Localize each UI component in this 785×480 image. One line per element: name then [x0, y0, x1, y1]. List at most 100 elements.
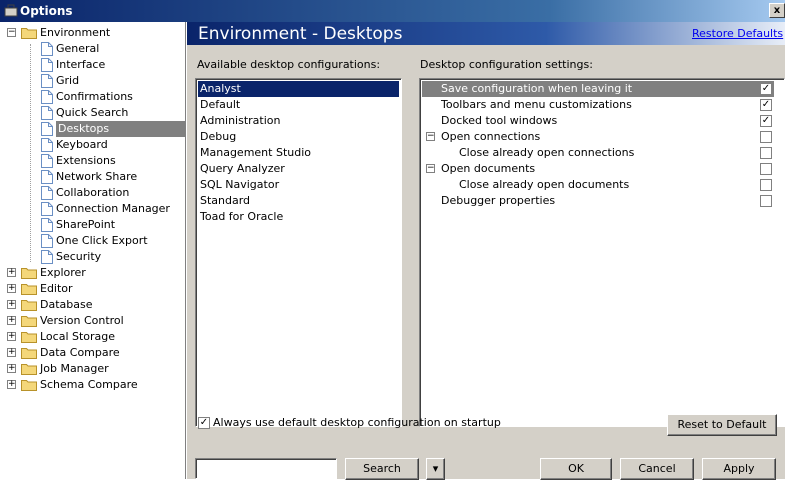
tree-node-label: Local Storage	[40, 330, 116, 343]
tree-node-interface[interactable]: Interface	[0, 57, 185, 73]
setting-checkbox[interactable]: ✓	[760, 115, 772, 127]
setting-row[interactable]: − Open documents	[422, 161, 774, 177]
tree-node-label: Keyboard	[56, 138, 108, 151]
tree-node-sharepoint[interactable]: SharePoint	[0, 217, 185, 233]
search-button[interactable]: Search	[345, 458, 419, 480]
setting-label: Debugger properties	[441, 194, 556, 207]
setting-row[interactable]: Docked tool windows	[422, 113, 774, 129]
setting-row[interactable]: − Open connections	[422, 129, 774, 145]
tree-node-security[interactable]: Security	[0, 249, 185, 265]
page-icon	[41, 154, 53, 168]
config-list-item[interactable]: Default	[198, 97, 399, 113]
cancel-button[interactable]: Cancel	[620, 458, 694, 480]
tree-node-version-control[interactable]: + Version Control	[0, 313, 185, 329]
tree-node-label: Version Control	[40, 314, 124, 327]
tree-node-editor[interactable]: + Editor	[0, 281, 185, 297]
setting-checkbox[interactable]	[760, 131, 772, 143]
tree-node-extensions[interactable]: Extensions	[0, 153, 185, 169]
close-button[interactable]: x	[769, 3, 785, 18]
tree-node-label: Grid	[56, 74, 80, 87]
folder-icon	[21, 315, 37, 327]
available-configs-list[interactable]: Analyst Default Administration Debug Managem…	[195, 78, 402, 427]
folder-icon	[21, 347, 37, 359]
options-tree[interactable]: − Environment General Interface Grid Confirma…	[0, 22, 186, 479]
setting-checkbox[interactable]: ✓	[760, 99, 772, 111]
tree-node-label: General	[56, 42, 100, 55]
setting-checkbox[interactable]: ✓	[760, 83, 772, 95]
tree-node-label: Job Manager	[40, 362, 109, 375]
restore-defaults-link[interactable]: Restore Defaults	[692, 27, 783, 40]
tree-node-general[interactable]: General	[0, 41, 185, 57]
collapse-icon[interactable]: −	[426, 164, 435, 173]
tree-node-connection-manager[interactable]: Connection Manager	[0, 201, 185, 217]
ok-button[interactable]: OK	[540, 458, 612, 480]
expand-icon[interactable]: +	[7, 316, 16, 325]
search-input[interactable]	[195, 458, 337, 479]
config-list-item[interactable]: Toad for Oracle	[198, 209, 399, 225]
tree-node-data-compare[interactable]: + Data Compare	[0, 345, 185, 361]
setting-row[interactable]: Save configuration when leaving it	[422, 81, 774, 97]
setting-checkbox[interactable]	[760, 179, 772, 191]
page-icon	[41, 250, 53, 264]
tree-node-desktops[interactable]: Desktops	[0, 121, 185, 137]
content-panel: Environment - Desktops Restore Defaults …	[187, 22, 785, 480]
apply-button[interactable]: Apply	[702, 458, 776, 480]
always-default-checkbox[interactable]: ✓	[198, 417, 210, 429]
search-options-dropdown[interactable]: ▾	[426, 458, 445, 480]
tree-node-database[interactable]: + Database	[0, 297, 185, 313]
tree-node-label: Environment	[40, 26, 111, 39]
config-list-item[interactable]: Query Analyzer	[198, 161, 399, 177]
tree-node-label: Schema Compare	[40, 378, 138, 391]
config-list-item[interactable]: Analyst	[198, 81, 399, 97]
collapse-icon[interactable]: −	[7, 28, 16, 37]
reset-to-default-button[interactable]: Reset to Default	[667, 414, 777, 436]
tree-node-network-share[interactable]: Network Share	[0, 169, 185, 185]
expand-icon[interactable]: +	[7, 380, 16, 389]
tree-node-label: One Click Export	[56, 234, 148, 247]
setting-row[interactable]: Toolbars and menu customizations	[422, 97, 774, 113]
config-list-item[interactable]: Debug	[198, 129, 399, 145]
expand-icon[interactable]: +	[7, 268, 16, 277]
setting-checkbox[interactable]	[760, 163, 772, 175]
tree-node-local-storage[interactable]: + Local Storage	[0, 329, 185, 345]
tree-node-environment[interactable]: − Environment	[0, 25, 185, 41]
setting-checkbox[interactable]	[760, 195, 772, 207]
window-title: Options	[20, 4, 73, 18]
setting-row[interactable]: Close already open documents	[422, 177, 774, 193]
config-list-item[interactable]: SQL Navigator	[198, 177, 399, 193]
config-settings-list[interactable]: Save configuration when leaving it ✓ Toolb…	[419, 78, 785, 427]
tree-node-one-click-export[interactable]: One Click Export	[0, 233, 185, 249]
setting-row[interactable]: Debugger properties	[422, 193, 774, 209]
tree-node-explorer[interactable]: + Explorer	[0, 265, 185, 281]
tree-node-schema-compare[interactable]: + Schema Compare	[0, 377, 185, 393]
tree-node-grid[interactable]: Grid	[0, 73, 185, 89]
collapse-icon[interactable]: −	[426, 132, 435, 141]
tree-node-label: Extensions	[56, 154, 116, 167]
page-icon	[41, 42, 53, 56]
tree-node-quick-search[interactable]: Quick Search	[0, 105, 185, 121]
tree-node-label: Data Compare	[40, 346, 120, 359]
expand-icon[interactable]: +	[7, 332, 16, 341]
page-icon	[41, 218, 53, 232]
setting-row[interactable]: Close already open connections	[422, 145, 774, 161]
expand-icon[interactable]: +	[7, 364, 16, 373]
folder-icon	[21, 267, 37, 279]
tree-node-confirmations[interactable]: Confirmations	[0, 89, 185, 105]
expand-icon[interactable]: +	[7, 300, 16, 309]
tree-node-label: Editor	[40, 282, 73, 295]
folder-icon	[21, 379, 37, 391]
folder-icon	[21, 299, 37, 311]
panel-header: Environment - Desktops Restore Defaults	[187, 22, 785, 45]
config-list-item[interactable]: Standard	[198, 193, 399, 209]
tree-node-job-manager[interactable]: + Job Manager	[0, 361, 185, 377]
setting-checkbox[interactable]	[760, 147, 772, 159]
expand-icon[interactable]: +	[7, 284, 16, 293]
tree-node-label: Security	[56, 250, 102, 263]
tree-node-label: Interface	[56, 58, 106, 71]
config-list-item[interactable]: Management Studio	[198, 145, 399, 161]
tree-node-label: Network Share	[56, 170, 138, 183]
tree-node-collaboration[interactable]: Collaboration	[0, 185, 185, 201]
tree-node-keyboard[interactable]: Keyboard	[0, 137, 185, 153]
expand-icon[interactable]: +	[7, 348, 16, 357]
config-list-item[interactable]: Administration	[198, 113, 399, 129]
